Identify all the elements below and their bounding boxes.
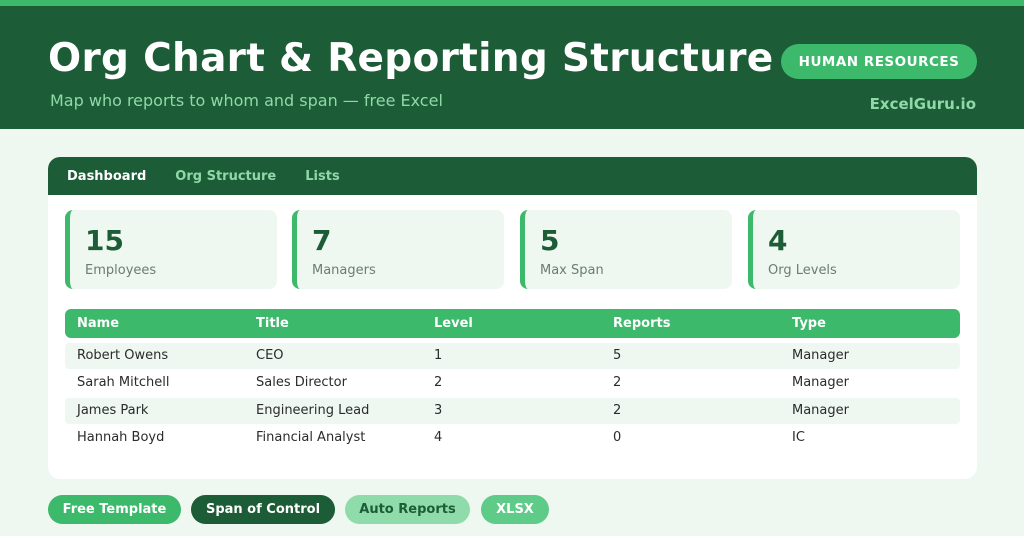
cell-type: Manager [792, 375, 849, 390]
page-title: Org Chart & Reporting Structure [48, 36, 774, 81]
cell-reports: 2 [613, 375, 622, 390]
page-subtitle: Map who reports to whom and span — free … [50, 91, 443, 110]
cell-level: 2 [434, 375, 443, 390]
table-row: James Park Engineering Lead 3 2 Manager [65, 398, 960, 424]
stat-label: Managers [312, 263, 376, 278]
column-header-type: Type [792, 316, 826, 331]
stat-label: Org Levels [768, 263, 837, 278]
stat-label: Employees [85, 263, 157, 278]
cell-level: 3 [434, 403, 443, 418]
tag-span-of-control[interactable]: Span of Control [191, 495, 335, 524]
cell-type: IC [792, 430, 805, 445]
table-row: Sarah Mitchell Sales Director 2 2 Manage… [65, 370, 960, 396]
stat-value: 4 [768, 224, 788, 257]
cell-level: 4 [434, 430, 443, 445]
tag-free-template[interactable]: Free Template [48, 495, 181, 524]
cell-name: Hannah Boyd [77, 430, 165, 445]
stat-value: 15 [85, 224, 124, 257]
stat-card-max-span: 5 Max Span [520, 210, 732, 289]
table-header: Name Title Level Reports Type [65, 309, 960, 338]
column-header-reports: Reports [613, 316, 671, 331]
cell-name: Robert Owens [77, 348, 169, 363]
stat-value: 5 [540, 224, 560, 257]
cell-title: CEO [256, 348, 284, 363]
stat-label: Max Span [540, 263, 604, 278]
cell-level: 1 [434, 348, 443, 363]
tab-dashboard[interactable]: Dashboard [67, 169, 146, 184]
cell-title: Engineering Lead [256, 403, 370, 418]
dashboard-card: Dashboard Org Structure Lists 15 Employe… [48, 157, 977, 479]
cell-reports: 2 [613, 403, 622, 418]
cell-name: Sarah Mitchell [77, 375, 170, 390]
tag-xlsx[interactable]: XLSX [481, 495, 549, 524]
cell-type: Manager [792, 348, 849, 363]
tag-auto-reports[interactable]: Auto Reports [345, 495, 470, 524]
tab-bar: Dashboard Org Structure Lists [48, 157, 977, 195]
column-header-title: Title [256, 316, 289, 331]
cell-type: Manager [792, 403, 849, 418]
cell-title: Financial Analyst [256, 430, 366, 445]
stat-card-employees: 15 Employees [65, 210, 277, 289]
tab-lists[interactable]: Lists [305, 169, 339, 184]
cell-name: James Park [77, 403, 149, 418]
brand-name: ExcelGuru.io [869, 95, 976, 113]
tab-org-structure[interactable]: Org Structure [175, 169, 276, 184]
stat-value: 7 [312, 224, 332, 257]
stat-card-org-levels: 4 Org Levels [748, 210, 960, 289]
cell-reports: 0 [613, 430, 622, 445]
page-header: Org Chart & Reporting Structure Map who … [0, 6, 1024, 129]
cell-reports: 5 [613, 348, 622, 363]
category-badge: HUMAN RESOURCES [781, 44, 977, 79]
column-header-name: Name [77, 316, 120, 331]
column-header-level: Level [434, 316, 473, 331]
table-row: Hannah Boyd Financial Analyst 4 0 IC [65, 425, 960, 451]
table-row: Robert Owens CEO 1 5 Manager [65, 343, 960, 369]
stat-card-managers: 7 Managers [292, 210, 504, 289]
cell-title: Sales Director [256, 375, 347, 390]
